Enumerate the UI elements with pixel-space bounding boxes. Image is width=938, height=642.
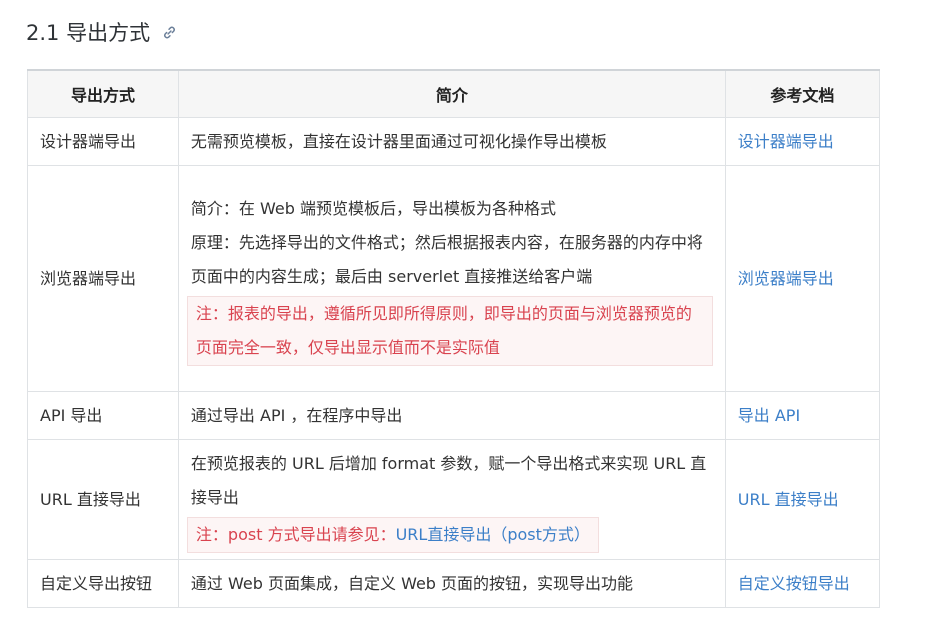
intro-cell: 在预览报表的 URL 后增加 format 参数，赋一个导出格式来实现 URL … xyxy=(177,439,726,560)
method-cell: 浏览器端导出 xyxy=(27,165,179,392)
doc-link[interactable]: 导出 API xyxy=(738,406,800,425)
method-cell: 自定义导出按钮 xyxy=(27,559,179,608)
intro-text: 通过 Web 页面集成，自定义 Web 页面的按钮，实现导出功能 xyxy=(190,573,634,593)
method-cell: URL 直接导出 xyxy=(27,439,179,560)
section-title: 2.1 导出方式 xyxy=(26,21,151,45)
doc-link[interactable]: 浏览器端导出 xyxy=(738,269,834,288)
doc-cell: 导出 API xyxy=(724,391,881,440)
table-row: 浏览器端导出 简介：在 Web 端预览模板后，导出模板为各种格式 原理：先选择导… xyxy=(27,165,881,392)
intro-text: 简介：在 Web 端预览模板后，导出模板为各种格式 xyxy=(190,198,556,218)
doc-cell: 自定义按钮导出 xyxy=(724,559,881,608)
table-row: URL 直接导出 在预览报表的 URL 后增加 format 参数，赋一个导出格… xyxy=(27,439,881,560)
doc-link[interactable]: 自定义按钮导出 xyxy=(738,574,850,593)
note-link[interactable]: URL直接导出（post方式） xyxy=(396,525,590,544)
header-intro: 简介 xyxy=(177,69,726,118)
method-cell: API 导出 xyxy=(27,391,179,440)
intro-text: 原理：先选择导出的文件格式；然后根据报表内容，在服务器的内存中将页面中的内容生成… xyxy=(190,232,703,286)
header-doc: 参考文档 xyxy=(724,69,881,118)
note-box: 注：报表的导出，遵循所见即所得原则，即导出的页面与浏览器预览的页面完全一致，仅导… xyxy=(186,295,713,366)
intro-text: 无需预览模板，直接在设计器里面通过可视化操作导出模板 xyxy=(190,131,607,151)
intro-cell: 通过导出 API ，在程序中导出 xyxy=(177,391,726,440)
intro-cell: 简介：在 Web 端预览模板后，导出模板为各种格式 原理：先选择导出的文件格式；… xyxy=(177,165,726,392)
export-methods-table: 导出方式 简介 参考文档 设计器端导出 无需预览模板，直接在设计器里面通过可视化… xyxy=(27,69,881,608)
doc-cell: URL 直接导出 xyxy=(724,439,881,560)
section-heading: 2.1 导出方式 xyxy=(26,14,177,50)
table-row: API 导出 通过导出 API ，在程序中导出 导出 API xyxy=(27,391,881,440)
doc-link[interactable]: URL 直接导出 xyxy=(738,490,839,509)
intro-cell: 无需预览模板，直接在设计器里面通过可视化操作导出模板 xyxy=(177,117,726,166)
table-row: 自定义导出按钮 通过 Web 页面集成，自定义 Web 页面的按钮，实现导出功能… xyxy=(27,559,881,608)
note-box: 注：post 方式导出请参见：URL直接导出（post方式） xyxy=(186,516,599,553)
header-method: 导出方式 xyxy=(27,69,179,118)
doc-link[interactable]: 设计器端导出 xyxy=(738,132,834,151)
intro-cell: 通过 Web 页面集成，自定义 Web 页面的按钮，实现导出功能 xyxy=(177,559,726,608)
table-header-row: 导出方式 简介 参考文档 xyxy=(27,69,881,118)
method-cell: 设计器端导出 xyxy=(27,117,179,166)
note-prefix: 注：post 方式导出请参见： xyxy=(195,524,396,544)
intro-text: 通过导出 API ，在程序中导出 xyxy=(190,405,403,425)
link-icon[interactable] xyxy=(162,25,177,40)
doc-cell: 设计器端导出 xyxy=(724,117,881,166)
table-row: 设计器端导出 无需预览模板，直接在设计器里面通过可视化操作导出模板 设计器端导出 xyxy=(27,117,881,166)
doc-cell: 浏览器端导出 xyxy=(724,165,881,392)
intro-text: 在预览报表的 URL 后增加 format 参数，赋一个导出格式来实现 URL … xyxy=(190,453,707,507)
